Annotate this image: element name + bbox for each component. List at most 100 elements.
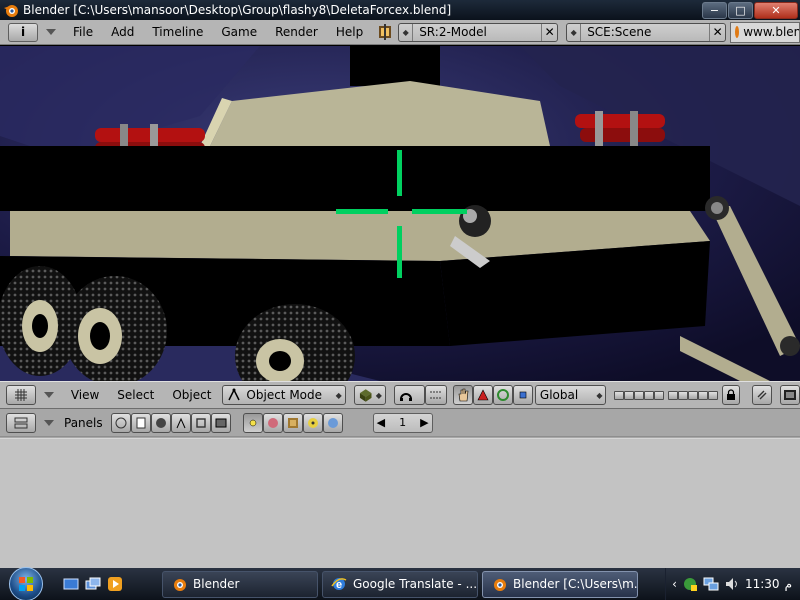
viewport-editor-type-selector[interactable]	[6, 385, 36, 405]
delete-scene-icon[interactable]: ✕	[709, 23, 725, 41]
minimize-button[interactable]: −	[702, 1, 727, 19]
shading-context-button[interactable]	[150, 412, 171, 433]
layer-8-button[interactable]	[688, 390, 699, 400]
scene-context-button[interactable]	[210, 412, 231, 433]
square-icon	[519, 391, 527, 399]
menu-select[interactable]: Select	[108, 388, 163, 402]
tray-expand-chevron-icon[interactable]: ‹	[672, 577, 677, 591]
network-icon[interactable]	[703, 576, 719, 592]
frame-number-field[interactable]: ◀ 1 ▶	[372, 412, 433, 433]
taskbar-task-blender[interactable]: Blender	[162, 570, 318, 598]
draw-type-dropdown[interactable]: ◆	[353, 385, 386, 405]
header-collapse-triangle-icon[interactable]	[43, 392, 54, 398]
info-icon: i	[20, 25, 26, 39]
radiosity-subcontext-button[interactable]	[302, 412, 323, 433]
script-context-button[interactable]	[130, 412, 151, 433]
screen-browse-arrows-icon[interactable]: ◆	[399, 23, 414, 41]
editor-type-selector[interactable]: i	[8, 22, 38, 42]
triangle-icon	[477, 389, 489, 401]
object-mode-icon	[228, 388, 241, 401]
buttons-editor-type-selector[interactable]	[6, 412, 36, 433]
layer-buttons-group-1	[614, 390, 665, 400]
world-subcontext-button[interactable]	[322, 412, 343, 433]
screen-selector[interactable]: ◆ SR:2-Model ✕	[398, 22, 559, 42]
menu-file[interactable]: File	[64, 25, 102, 39]
subcontext-tabs	[242, 412, 343, 433]
menu-timeline[interactable]: Timeline	[143, 25, 212, 39]
blender-icon	[494, 579, 506, 591]
menu-render[interactable]: Render	[266, 25, 327, 39]
lock-layers-button[interactable]	[722, 385, 741, 405]
layer-4-button[interactable]	[644, 390, 655, 400]
lamp-subcontext-button[interactable]	[242, 412, 263, 433]
mode-label: Object Mode	[246, 388, 323, 402]
layer-9-button[interactable]	[698, 390, 709, 400]
blender-url-link[interactable]: www.blender.org	[730, 21, 800, 43]
volume-icon[interactable]	[724, 576, 740, 592]
editing-square-icon	[195, 417, 206, 428]
material-subcontext-button[interactable]	[262, 412, 283, 433]
solid-draw-type-icon	[359, 389, 372, 402]
scale-manipulator-button[interactable]	[513, 385, 533, 405]
delete-screen-icon[interactable]: ✕	[541, 23, 557, 41]
screen-name-field[interactable]: SR:2-Model	[413, 25, 541, 39]
blender-url-text: www.blender.org	[743, 25, 799, 39]
manipulator-toggle[interactable]	[453, 385, 474, 405]
rotate-manipulator-button[interactable]	[493, 385, 513, 405]
lock-icon	[727, 389, 736, 400]
frame-decrement-arrow-icon[interactable]: ◀	[377, 416, 385, 429]
layer-2-button[interactable]	[624, 390, 635, 400]
layer-10-button[interactable]	[708, 390, 719, 400]
dynamite-right	[575, 111, 665, 146]
menu-view[interactable]: View	[62, 388, 108, 402]
windows-orb-icon	[9, 567, 43, 600]
menu-object[interactable]: Object	[163, 388, 220, 402]
context-tabs	[110, 412, 231, 433]
scene-name-field[interactable]: SCE:Scene	[581, 25, 709, 39]
menu-game[interactable]: Game	[212, 25, 266, 39]
layer-5-button[interactable]	[654, 390, 665, 400]
translate-manipulator-button[interactable]	[473, 385, 494, 405]
buttons-header-collapse-triangle-icon[interactable]	[44, 419, 54, 426]
window-title-bar[interactable]: Blender [C:\Users\mansoor\Desktop\Group\…	[0, 0, 800, 20]
collapse-menu-triangle-icon[interactable]	[46, 29, 56, 35]
opengl-render-button[interactable]	[752, 385, 773, 405]
object-context-button[interactable]	[170, 412, 191, 433]
layer-7-button[interactable]	[678, 390, 689, 400]
language-bar-icon[interactable]	[682, 576, 698, 592]
media-player-icon[interactable]	[106, 575, 124, 593]
layer-1-button[interactable]	[614, 390, 625, 400]
task-label: Blender	[193, 577, 240, 591]
orientation-dropdown[interactable]: Global ◆	[534, 385, 607, 405]
render-preview-button[interactable]	[780, 385, 800, 405]
close-window-button[interactable]: ✕	[754, 1, 798, 19]
buttons-window: Panels ◀ 1 ▶	[0, 409, 800, 568]
start-button[interactable]	[0, 567, 52, 600]
pivot-dropdown[interactable]	[393, 385, 426, 405]
show-desktop-icon[interactable]	[62, 575, 80, 593]
layer-6-button[interactable]	[668, 390, 679, 400]
scene-browse-arrows-icon[interactable]: ◆	[567, 23, 582, 41]
maximize-button[interactable]: □	[728, 1, 753, 19]
menu-help[interactable]: Help	[327, 25, 372, 39]
orientation-label: Global	[539, 388, 579, 402]
taskbar-task-blender-file[interactable]: Blender [C:\Users\m...	[482, 570, 638, 598]
task-label: Blender [C:\Users\m...	[513, 577, 638, 591]
switch-windows-icon[interactable]	[84, 575, 102, 593]
layer-3-button[interactable]	[634, 390, 645, 400]
menu-add[interactable]: Add	[102, 25, 143, 39]
mode-dropdown[interactable]: Object Mode ◆	[222, 385, 346, 405]
clock[interactable]: 11:30	[745, 577, 780, 591]
texture-subcontext-button[interactable]	[282, 412, 303, 433]
3d-viewport[interactable]	[0, 46, 800, 381]
taskbar-task-google-translate[interactable]: e Google Translate - ...	[322, 570, 478, 598]
editing-context-button[interactable]	[190, 412, 211, 433]
frame-increment-arrow-icon[interactable]: ▶	[420, 416, 428, 429]
world-icon	[327, 417, 338, 428]
window-title: Blender [C:\Users\mansoor\Desktop\Group\…	[23, 3, 452, 17]
layer-buttons-group-2	[668, 390, 719, 400]
3d-view-header: View Select Object Object Mode ◆ ◆ Globa…	[0, 381, 800, 409]
scene-selector[interactable]: ◆ SCE:Scene ✕	[566, 22, 727, 42]
logic-context-button[interactable]	[110, 412, 131, 433]
align-icon-button[interactable]	[425, 385, 448, 405]
